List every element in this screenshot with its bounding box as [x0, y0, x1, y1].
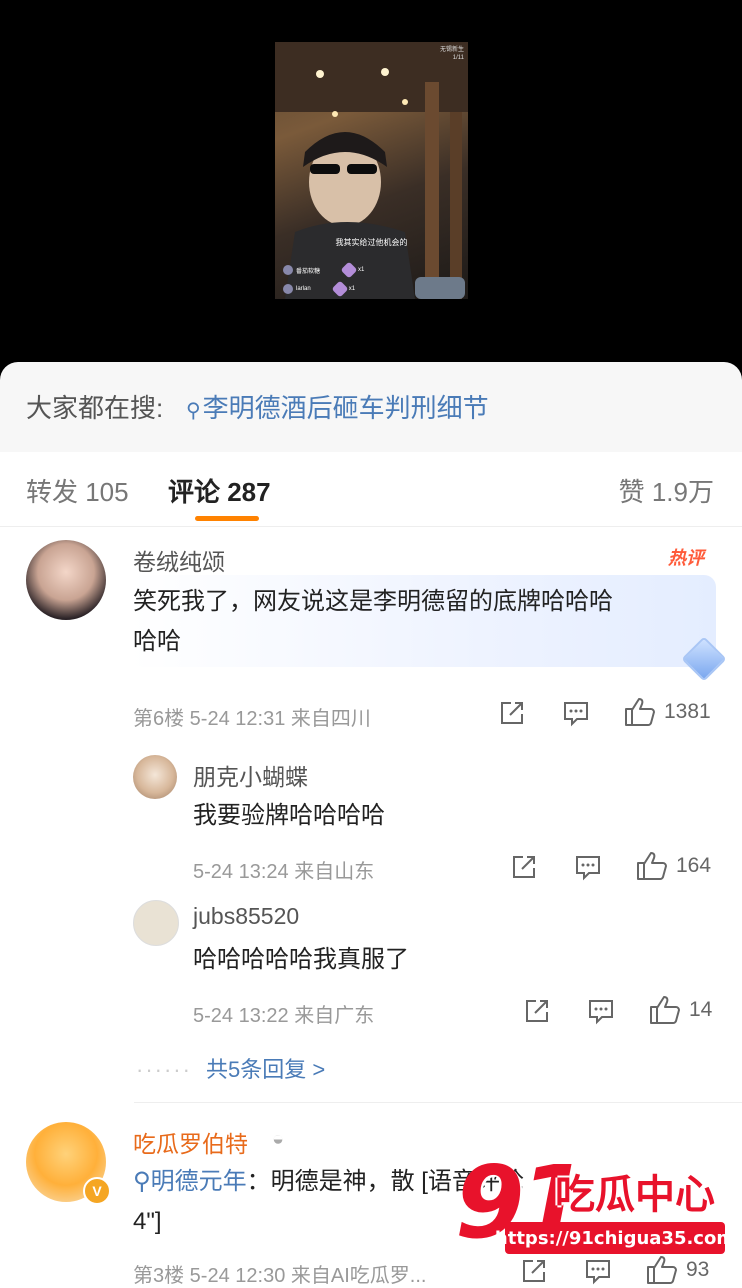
reply-meta: 5-24 13:22 来自广东 — [193, 1005, 375, 1027]
video-scene-image — [275, 42, 468, 299]
reply-meta: 5-24 13:24 来自山东 — [193, 861, 375, 883]
share-button[interactable] — [523, 997, 551, 1025]
share-button[interactable] — [498, 699, 526, 727]
trending-search-term: 李明德酒后砸车判刑细节 — [202, 393, 489, 423]
thumbs-up-icon — [625, 698, 655, 726]
video-thumbnail[interactable]: 无锡新生 1/11 我其实给过他机会的 番茄软糖 x1 larlan x1 — [275, 42, 468, 299]
tab-comments[interactable]: 评论 287 — [168, 472, 271, 509]
avatar[interactable] — [26, 540, 106, 620]
gift-gem-icon — [331, 280, 349, 298]
reply-button[interactable] — [587, 997, 615, 1025]
comment-meta: 第3楼 5-24 12:30 来自AI吃瓜罗... — [133, 1265, 427, 1287]
gift-gem-icon — [340, 261, 358, 279]
thumbs-up-icon — [650, 996, 680, 1024]
tab-likes[interactable]: 赞 1.9万 — [619, 472, 714, 509]
comment-username[interactable]: 吃瓜罗伯特 — [133, 1125, 248, 1159]
like-button[interactable]: 164 — [636, 851, 711, 881]
topic-link-text: 明德元年 — [150, 1168, 247, 1195]
share-icon — [501, 702, 523, 724]
comment-icon — [576, 856, 600, 881]
trending-search-link[interactable]: ⚲李明德酒后砸车判刑细节 — [186, 388, 489, 425]
gift-count: x1 — [348, 286, 356, 292]
tab-repost[interactable]: 转发 105 — [26, 472, 129, 509]
comment-text-line: 笑死我了，网友说这是李明德留的底牌哈哈哈 — [133, 588, 613, 615]
video-player[interactable]: 无锡新生 1/11 我其实给过他机会的 番茄软糖 x1 larlan x1 — [0, 0, 742, 380]
share-icon — [513, 856, 535, 878]
trending-search-label: 大家都在搜: — [26, 393, 164, 423]
verified-badge-icon: V — [83, 1177, 111, 1205]
like-count: 1381 — [664, 700, 711, 723]
like-button[interactable]: 14 — [649, 995, 712, 1025]
active-tab-indicator — [195, 516, 259, 521]
reply-text: 我要验牌哈哈哈哈 — [193, 802, 385, 829]
trending-search-bar: 大家都在搜: ⚲李明德酒后砸车判刑细节 — [0, 362, 742, 452]
share-button[interactable] — [510, 853, 538, 881]
comment-icon — [564, 702, 588, 727]
avatar[interactable] — [133, 900, 179, 946]
more-replies-label: 共5条回复 > — [205, 1057, 326, 1082]
more-replies-dots: ······ — [136, 1057, 192, 1082]
thumbs-up-icon — [637, 852, 667, 880]
reply-button[interactable] — [574, 853, 602, 881]
comment-divider — [134, 1102, 742, 1103]
gift-count: x1 — [358, 267, 365, 273]
video-watermark: 无锡新生 1/11 — [440, 46, 464, 62]
reply-username[interactable]: 朋克小蝴蝶 — [193, 758, 308, 792]
comment-meta: 第6楼 5-24 12:31 来自四川 — [133, 708, 371, 730]
reply-username[interactable]: jubs85520 — [193, 903, 299, 930]
comment-text-segment: ：明德是神，散 — [246, 1168, 415, 1195]
search-icon: ⚲ — [186, 400, 201, 422]
video-watermark-line1: 无锡新生 — [439, 47, 464, 53]
gift-avatar — [283, 284, 293, 294]
topic-link[interactable]: ⚲明德元年 — [133, 1168, 247, 1195]
gift-avatar — [283, 265, 293, 275]
comment-username[interactable]: 卷绒纯颂 — [133, 543, 225, 577]
gift-user: larlan — [296, 286, 311, 292]
hot-comment-badge: 热评 — [668, 548, 704, 568]
more-replies-link[interactable]: ······ 共5条回复 > — [136, 1052, 325, 1084]
site-watermark: 91 吃瓜中心 https://91chigua35.com — [455, 1144, 740, 1265]
gift-item: 番茄软糖 x1 — [283, 261, 365, 279]
reply-button[interactable] — [562, 699, 590, 727]
comment-text: 笑死我了，网友说这是李明德留的底牌哈哈哈 哈哈 — [133, 582, 613, 662]
video-watermark-line2: 1/11 — [452, 55, 464, 61]
gift-item: larlan x1 — [283, 280, 356, 298]
interaction-tabs: 转发 105 评论 287 赞 1.9万 — [0, 452, 742, 527]
comment-text-line: 哈哈 — [133, 628, 181, 655]
watermark-name: 吃瓜中心 — [555, 1173, 715, 1217]
like-count: 14 — [689, 998, 713, 1021]
like-button[interactable]: 1381 — [624, 697, 711, 727]
gift-user: 番茄软糖 — [296, 268, 321, 275]
member-icon: ◒ — [272, 1128, 285, 1150]
avatar[interactable] — [133, 755, 177, 799]
watermark-url: https://91chigua35.com — [495, 1222, 735, 1254]
reply-text: 哈哈哈哈哈我真服了 — [193, 946, 409, 973]
video-caption: 我其实给过他机会的 — [335, 238, 408, 247]
share-icon — [526, 1000, 548, 1022]
comment-icon — [589, 1000, 613, 1025]
like-count: 164 — [676, 854, 712, 877]
